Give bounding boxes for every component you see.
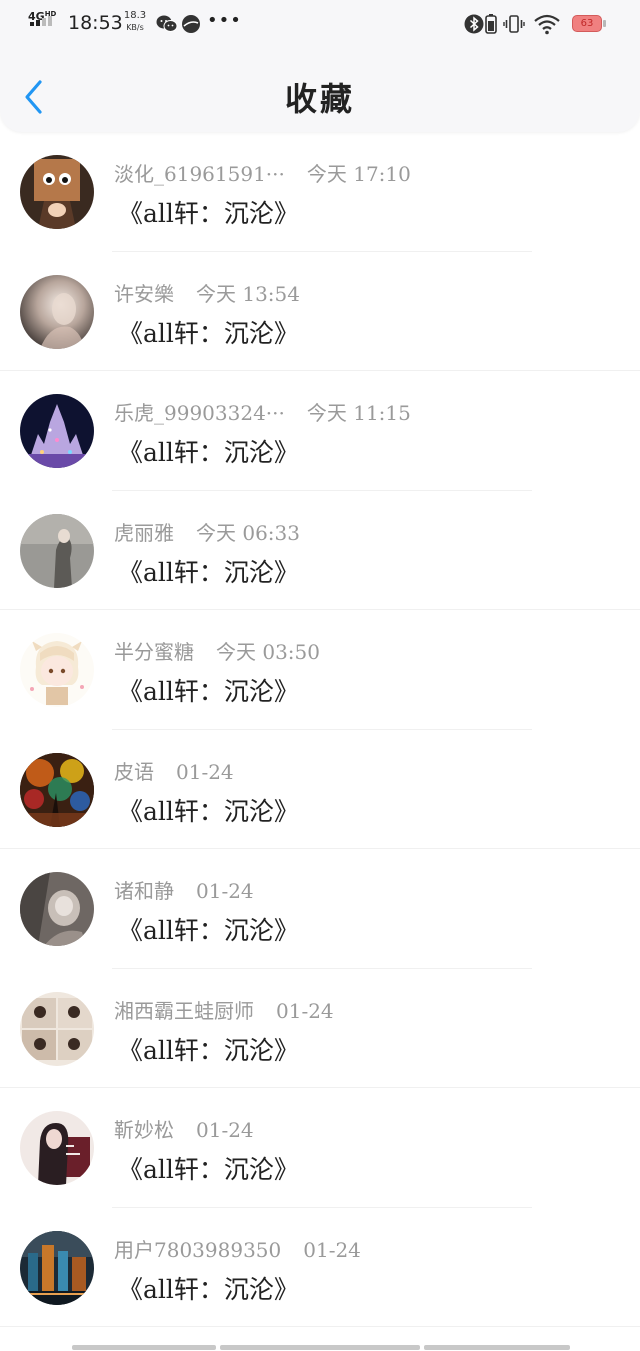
page-title: 收藏: [284, 80, 355, 118]
item-title: 《all轩：沉沦》: [118, 1035, 299, 1065]
list-item[interactable]: 靳妙松 01-24 《all轩：沉沦》: [0, 1088, 640, 1208]
avatar: [20, 872, 94, 946]
bottom-scroll-indicator: [72, 1345, 570, 1351]
item-author: 靳妙松: [114, 1118, 174, 1142]
avatar: [20, 1230, 94, 1305]
item-author: 乐虎_99903324···: [114, 401, 285, 425]
item-author: 半分蜜糖: [114, 640, 194, 664]
item-title: 《all轩：沉沦》: [118, 318, 299, 348]
avatar: [20, 394, 94, 468]
more-notifications-icon: •••: [207, 10, 242, 31]
item-author: 虎丽雅: [114, 520, 174, 545]
network-speed: 18.3 KB/s: [120, 10, 150, 34]
page: 4GHD 18:53 18.3 KB/s ••• 63 收藏 淡化_619615…: [0, 0, 640, 1351]
list-item[interactable]: 半分蜜糖 今天 03:50 《all轩：沉沦》: [0, 610, 640, 730]
avatar: [20, 155, 94, 229]
battery-indicator: 63: [572, 15, 602, 32]
item-time: 今天 03:50: [216, 640, 320, 664]
vibrate-icon: [503, 13, 525, 33]
item-title: 《all轩：沉沦》: [118, 916, 299, 945]
status-time: 18:53: [68, 12, 123, 34]
item-meta: 靳妙松 01-24: [114, 1114, 254, 1143]
item-title: 《all轩：沉沦》: [118, 557, 299, 587]
avatar: [20, 752, 94, 827]
list-item[interactable]: 皮语 01-24 《all轩：沉沦》: [0, 730, 640, 849]
bluetooth-icon: [464, 13, 484, 34]
item-title: 《all轩：沉沦》: [118, 199, 299, 228]
item-time: 01-24: [303, 1237, 361, 1262]
item-author: 用户7803989350: [114, 1237, 282, 1262]
wifi-icon: [533, 13, 560, 35]
item-meta: 半分蜜糖 今天 03:50: [114, 636, 320, 665]
item-author: 湘西霸王蛙厨师: [114, 998, 254, 1023]
item-author: 诸和静: [114, 879, 174, 903]
item-meta: 皮语 01-24: [114, 756, 234, 785]
item-title: 《all轩：沉沦》: [118, 677, 299, 706]
item-author: 许安樂: [114, 281, 174, 306]
item-time: 今天 11:15: [306, 401, 411, 425]
item-time: 今天 06:33: [196, 520, 300, 545]
item-time: 01-24: [196, 1118, 254, 1142]
item-time: 今天 17:10: [306, 162, 411, 186]
item-time: 01-24: [196, 879, 254, 903]
list-item[interactable]: 湘西霸王蛙厨师 01-24 《all轩：沉沦》: [0, 969, 640, 1088]
item-meta: 用户7803989350 01-24: [114, 1234, 361, 1263]
item-author: 皮语: [114, 759, 154, 784]
network-speed-unit: KB/s: [126, 23, 144, 32]
item-time: 今天 13:54: [196, 281, 300, 306]
item-title: 《all轩：沉沦》: [118, 1274, 299, 1304]
list-item[interactable]: 乐虎_99903324··· 今天 11:15 《all轩：沉沦》: [0, 371, 640, 491]
item-meta: 许安樂 今天 13:54: [114, 278, 300, 307]
cellular-signal-icon: 4GHD: [28, 10, 58, 36]
item-author: 淡化_61961591···: [114, 162, 285, 186]
list-item[interactable]: 淡化_61961591··· 今天 17:10 《all轩：沉沦》: [0, 132, 640, 252]
item-meta: 诸和静 01-24: [114, 875, 254, 904]
avatar: [20, 1111, 94, 1185]
item-time: 01-24: [176, 759, 234, 784]
headset-battery-icon: [484, 13, 504, 34]
item-meta: 湘西霸王蛙厨师 01-24: [114, 995, 334, 1024]
list-item[interactable]: 用户7803989350 01-24 《all轩：沉沦》: [0, 1208, 640, 1327]
battery-tip: [603, 20, 606, 27]
item-title: 《all轩：沉沦》: [118, 438, 299, 467]
item-meta: 淡化_61961591··· 今天 17:10: [114, 158, 411, 187]
list-item[interactable]: 诸和静 01-24 《all轩：沉沦》: [0, 849, 640, 969]
list-item[interactable]: 许安樂 今天 13:54 《all轩：沉沦》: [0, 252, 640, 371]
favorites-list: 淡化_61961591··· 今天 17:10 《all轩：沉沦》 许安樂 今天…: [0, 132, 640, 1327]
avatar: [20, 633, 94, 707]
top-bar: 4GHD 18:53 18.3 KB/s ••• 63 收藏: [0, 0, 640, 132]
avatar: [20, 991, 94, 1066]
item-title: 《all轩：沉沦》: [118, 796, 299, 826]
list-item[interactable]: 虎丽雅 今天 06:33 《all轩：沉沦》: [0, 491, 640, 610]
status-bar: 4GHD 18:53 18.3 KB/s ••• 63: [0, 0, 640, 48]
divider: [0, 1326, 640, 1327]
avatar: [20, 274, 94, 349]
avatar: [20, 513, 94, 588]
item-meta: 虎丽雅 今天 06:33: [114, 517, 300, 546]
network-speed-value: 18.3: [123, 10, 147, 21]
item-time: 01-24: [276, 998, 334, 1023]
item-title: 《all轩：沉沦》: [118, 1155, 299, 1184]
item-meta: 乐虎_99903324··· 今天 11:15: [114, 397, 411, 426]
app-notification-icon: [181, 14, 201, 34]
wechat-icon: [156, 14, 178, 34]
